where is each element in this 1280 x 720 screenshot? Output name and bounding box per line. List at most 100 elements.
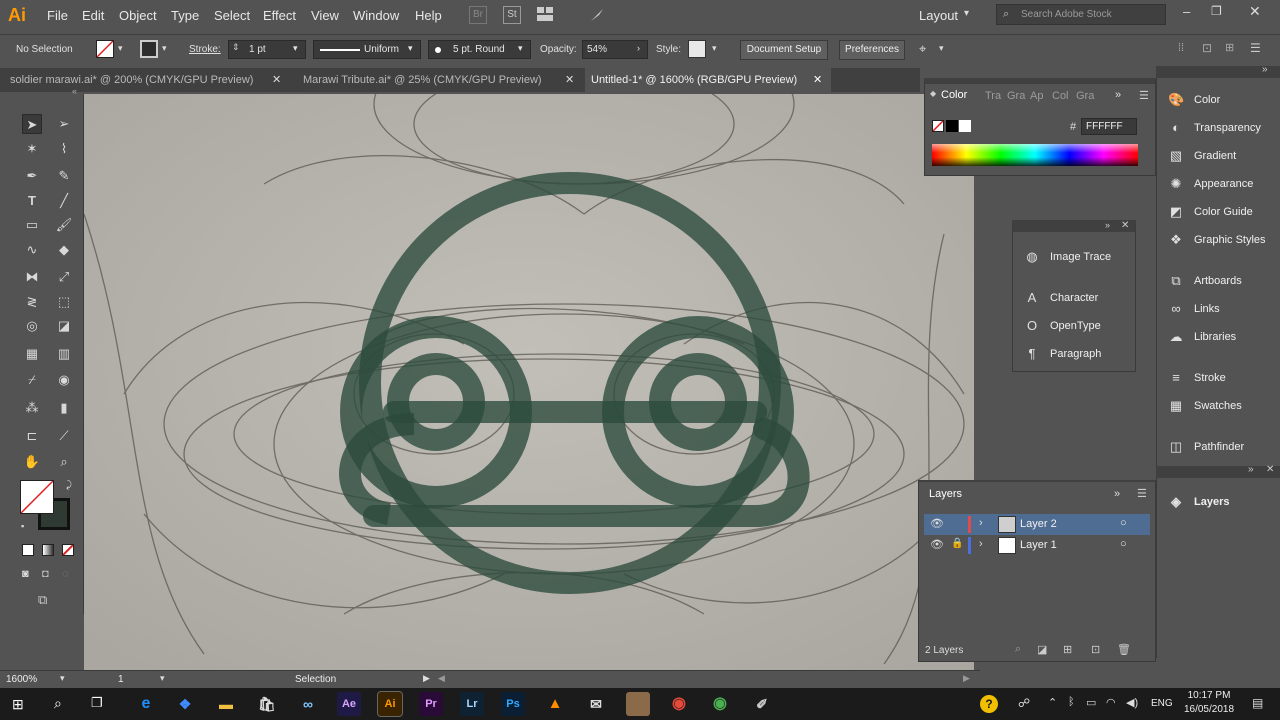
after-effects-app-icon[interactable]: Ae bbox=[337, 692, 361, 716]
chevron-down-icon[interactable]: ▾ bbox=[712, 43, 717, 54]
new-sublayer-icon[interactable]: ⊞ bbox=[1063, 643, 1072, 656]
target-circle-icon[interactable]: ○ bbox=[1120, 538, 1127, 550]
expand-icon[interactable]: » bbox=[1248, 464, 1254, 475]
chevron-down-icon[interactable]: ▾ bbox=[293, 43, 298, 54]
stock-search[interactable]: ⌕ Search Adobe Stock bbox=[996, 4, 1166, 25]
arrange-documents-icon[interactable] bbox=[537, 7, 553, 21]
layer-name[interactable]: Layer 2 bbox=[1020, 518, 1057, 530]
visibility-eye-icon[interactable]: 👁 bbox=[930, 538, 944, 551]
menu-type[interactable]: Type bbox=[171, 8, 199, 23]
tab-document-1[interactable]: soldier marawi.ai* @ 200% (CMYK/GPU Prev… bbox=[4, 68, 289, 92]
hand-tool-icon[interactable]: ✋ bbox=[22, 452, 42, 472]
slice-tool-icon[interactable]: ⟋ bbox=[54, 426, 74, 446]
color-spectrum[interactable] bbox=[932, 144, 1138, 166]
expand-icon[interactable]: » bbox=[1262, 64, 1268, 75]
fill-swatch[interactable] bbox=[96, 40, 114, 58]
tab-appearance[interactable]: Ap bbox=[1030, 90, 1043, 102]
dock-item-libraries[interactable]: ☁ Libraries bbox=[1166, 326, 1276, 348]
dock-item-artboards[interactable]: ⧉ Artboards bbox=[1166, 270, 1276, 292]
clock-date[interactable]: 16/05/2018 bbox=[1180, 704, 1238, 715]
chevron-down-icon[interactable]: ▾ bbox=[60, 673, 65, 684]
panel-menu-icon[interactable]: ☰ bbox=[1137, 487, 1147, 500]
chevron-down-icon[interactable]: ▾ bbox=[939, 43, 944, 54]
close-icon[interactable]: ✕ bbox=[813, 68, 822, 92]
layer-name[interactable]: Layer 1 bbox=[1020, 539, 1057, 551]
chevron-down-icon[interactable]: ▾ bbox=[408, 43, 413, 54]
dock-item-transparency[interactable]: ◐ Transparency bbox=[1166, 117, 1276, 139]
black-swatch[interactable] bbox=[946, 120, 958, 132]
lightroom-app-icon[interactable]: Lr bbox=[460, 692, 484, 716]
expand-icon[interactable]: » bbox=[1105, 220, 1110, 230]
none-swatch[interactable] bbox=[932, 120, 944, 132]
magic-wand-tool-icon[interactable]: ✶ bbox=[22, 139, 42, 159]
store-icon[interactable]: 🛍 bbox=[255, 692, 279, 716]
delete-layer-icon[interactable]: 🗑 bbox=[1117, 643, 1131, 656]
chevron-right-icon[interactable]: › bbox=[979, 538, 983, 550]
chevron-down-icon[interactable]: ▾ bbox=[160, 673, 165, 684]
chevron-down-icon[interactable]: ▾ bbox=[964, 8, 969, 19]
edge-browser-icon[interactable]: e bbox=[134, 692, 158, 716]
tab-document-3[interactable]: Untitled-1* @ 1600% (RGB/GPU Preview) ✕ bbox=[585, 68, 831, 92]
variable-width-profile[interactable]: Uniform ▾ bbox=[313, 40, 421, 59]
close-icon[interactable]: ✕ bbox=[272, 68, 281, 92]
play-icon[interactable]: ▶ bbox=[423, 673, 430, 684]
volume-icon[interactable]: ◀) bbox=[1126, 696, 1138, 709]
close-icon[interactable]: ✕ bbox=[1266, 464, 1274, 475]
dock-item-pathfinder[interactable]: ◫ Pathfinder bbox=[1166, 436, 1276, 458]
hamburger-menu-icon[interactable]: ☰ bbox=[1250, 41, 1261, 55]
panel-item-opentype[interactable]: O OpenType bbox=[1022, 314, 1132, 338]
align-icon[interactable]: ⌖ bbox=[919, 41, 926, 57]
menu-effect[interactable]: Effect bbox=[263, 8, 296, 23]
scale-tool-icon[interactable]: ⤢ bbox=[54, 267, 74, 287]
gpu-performance-icon[interactable] bbox=[589, 7, 605, 23]
dock-item-swatches[interactable]: ▦ Swatches bbox=[1166, 395, 1276, 417]
chevron-right-icon[interactable]: › bbox=[979, 517, 983, 529]
chevron-up-icon[interactable]: ⌃ bbox=[1048, 696, 1057, 709]
visibility-eye-icon[interactable]: 👁 bbox=[930, 517, 944, 530]
symbol-sprayer-tool-icon[interactable]: ⁂ bbox=[22, 398, 42, 418]
gradient-mode-icon[interactable] bbox=[42, 544, 54, 556]
direct-selection-tool-icon[interactable]: ➢ bbox=[54, 114, 74, 134]
gradient-tool-icon[interactable]: ▥ bbox=[54, 344, 74, 364]
blend-tool-icon[interactable]: ◉ bbox=[54, 370, 74, 390]
width-tool-icon[interactable]: ≷ bbox=[22, 292, 42, 312]
dock-item-gradient[interactable]: ▧ Gradient bbox=[1166, 145, 1276, 167]
pen-tool-icon[interactable]: ✒ bbox=[22, 166, 42, 186]
scroll-left-icon[interactable]: ◀ bbox=[438, 673, 445, 684]
white-swatch[interactable] bbox=[959, 120, 971, 132]
battery-icon[interactable]: ▭ bbox=[1086, 696, 1096, 709]
default-colors-icon[interactable]: ▪ bbox=[21, 521, 24, 531]
tab-gradient[interactable]: Gra bbox=[1007, 90, 1025, 102]
dock-item-layers[interactable]: ◈ Layers bbox=[1166, 491, 1276, 513]
panel-item-paragraph[interactable]: ¶ Paragraph bbox=[1022, 342, 1132, 366]
expand-icon[interactable]: » bbox=[1115, 89, 1121, 101]
preferences-button[interactable]: Preferences bbox=[839, 40, 905, 60]
input-language[interactable]: ENG bbox=[1151, 698, 1173, 709]
free-transform-tool-icon[interactable]: ⬚ bbox=[54, 292, 74, 312]
dock-item-stroke[interactable]: ≡ Stroke bbox=[1166, 367, 1276, 389]
document-setup-button[interactable]: Document Setup bbox=[740, 40, 828, 60]
stepper-icon[interactable]: ⇕ bbox=[232, 42, 240, 53]
reflect-tool-icon[interactable]: ⧓ bbox=[22, 267, 42, 287]
stock-button[interactable]: St bbox=[503, 6, 521, 24]
eraser-tool-icon[interactable]: ◆ bbox=[54, 240, 74, 260]
people-icon[interactable]: ☍ bbox=[1018, 696, 1030, 710]
paint-app-icon[interactable]: ✐ bbox=[750, 692, 774, 716]
dock-item-graphic-styles[interactable]: ❖ Graphic Styles bbox=[1166, 229, 1276, 251]
shape-builder-tool-icon[interactable]: ◎ bbox=[22, 316, 42, 336]
panel-menu-icon[interactable]: ☰ bbox=[1139, 89, 1149, 102]
menu-window[interactable]: Window bbox=[353, 8, 399, 23]
premiere-app-icon[interactable]: Pr bbox=[419, 692, 443, 716]
game-app-icon[interactable] bbox=[626, 692, 650, 716]
draw-behind-icon[interactable]: ◘ bbox=[42, 568, 49, 580]
tab-document-2[interactable]: Marawi Tribute.ai* @ 25% (CMYK/GPU Previ… bbox=[297, 68, 582, 92]
hex-input[interactable]: FFFFFF bbox=[1081, 118, 1137, 135]
collapse-icon[interactable]: « bbox=[72, 86, 77, 96]
help-icon[interactable]: ? bbox=[980, 695, 998, 713]
mesh-tool-icon[interactable]: ▦ bbox=[22, 344, 42, 364]
windows-start-icon[interactable]: ⊞ bbox=[12, 696, 24, 713]
photoshop-app-icon[interactable]: Ps bbox=[501, 692, 525, 716]
chevron-down-icon[interactable]: ▾ bbox=[518, 43, 523, 54]
none-mode-icon[interactable] bbox=[62, 544, 74, 556]
close-icon[interactable]: ✕ bbox=[1249, 3, 1261, 20]
